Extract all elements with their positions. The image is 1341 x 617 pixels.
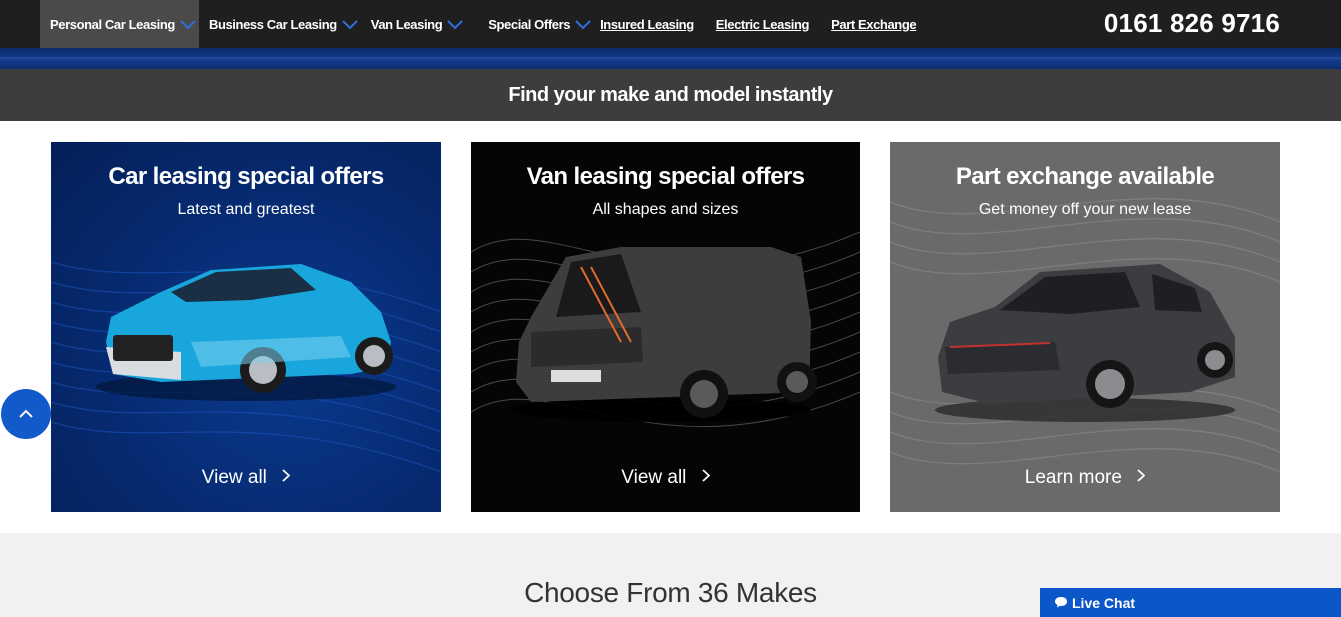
nav-personal-car-leasing[interactable]: Personal Car Leasing [40, 0, 199, 48]
cta-label: View all [201, 467, 267, 488]
card-subtitle: Get money off your new lease [978, 201, 1192, 218]
nav-special-offers[interactable]: Special Offers [466, 0, 594, 48]
nav-label: Van Leasing [370, 16, 443, 32]
live-chat-button[interactable]: Live Chat [1040, 588, 1341, 617]
card-title: Van leasing special offers [526, 163, 805, 190]
view-all-link[interactable]: View all [51, 466, 441, 489]
card-subtitle: Latest and greatest [177, 201, 315, 218]
phone-number[interactable]: 0161 826 9716 [1104, 8, 1280, 39]
card-part-exchange[interactable]: Part exchange available Get money off yo… [890, 142, 1280, 512]
chevron-down-icon [177, 17, 199, 31]
chat-bubble-icon [1054, 595, 1068, 611]
chevron-up-icon [19, 405, 33, 423]
nav-label: Business Car Leasing [208, 16, 337, 32]
cta-label: Learn more [1024, 467, 1122, 488]
view-all-link[interactable]: View all [471, 466, 860, 489]
card-title: Car leasing special offers [108, 163, 384, 190]
nav-link-insured-leasing[interactable]: Insured Leasing [600, 0, 694, 48]
cta-label: View all [621, 467, 687, 488]
card-subtitle: All shapes and sizes [592, 201, 739, 218]
nav-van-leasing[interactable]: Van Leasing [361, 0, 466, 48]
live-chat-label: Live Chat [1072, 594, 1136, 611]
card-title: Part exchange available [955, 163, 1215, 190]
scroll-to-top-button[interactable] [1, 389, 51, 439]
nav-business-car-leasing[interactable]: Business Car Leasing [199, 0, 361, 48]
car-image [96, 264, 396, 401]
chevron-right-icon [1137, 466, 1146, 488]
learn-more-link[interactable]: Learn more [890, 466, 1280, 489]
card-car-leasing[interactable]: Car leasing special offers Latest and gr… [51, 142, 441, 512]
decorative-band [0, 48, 1341, 69]
nav-link-electric-leasing[interactable]: Electric Leasing [716, 0, 810, 48]
main-nav: Personal Car Leasing Business Car Leasin… [40, 0, 917, 48]
chevron-down-icon [572, 17, 594, 31]
chevron-down-icon [339, 17, 361, 31]
chevron-right-icon [282, 466, 291, 488]
hatchback-image [935, 264, 1235, 422]
find-make-model-label: Find your make and model instantly [508, 83, 833, 106]
chevron-right-icon [702, 466, 711, 488]
nav-label: Special Offers [488, 16, 571, 32]
find-make-model-bar[interactable]: Find your make and model instantly [0, 69, 1341, 121]
van-image [511, 247, 817, 422]
chevron-down-icon [444, 17, 466, 31]
top-nav-bar: Personal Car Leasing Business Car Leasin… [0, 0, 1341, 48]
nav-label: Personal Car Leasing [50, 16, 175, 32]
nav-link-part-exchange[interactable]: Part Exchange [831, 0, 917, 48]
card-van-leasing[interactable]: Van leasing special offers All shapes an… [471, 142, 860, 512]
